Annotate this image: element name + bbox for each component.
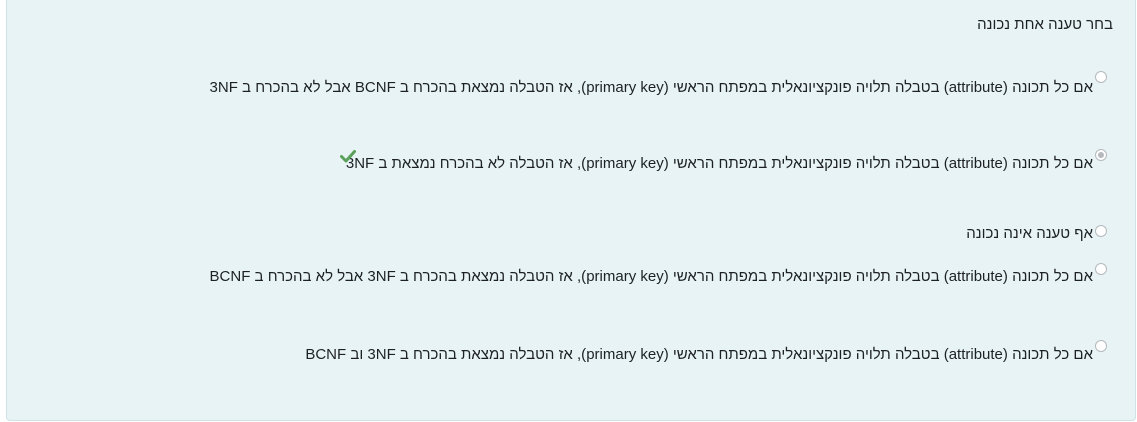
radio-button[interactable]: [1095, 225, 1107, 237]
radio-button[interactable]: [1095, 263, 1107, 275]
radio-button-selected[interactable]: [1095, 149, 1107, 161]
answer-option-label: אף טענה אינה נכונה: [966, 225, 1093, 242]
answer-option-label: אם כל תכונה (attribute) בטבלה תלויה פונק…: [209, 79, 1093, 96]
answer-option-label: אם כל תכונה (attribute) בטבלה תלויה פונק…: [209, 268, 1093, 285]
checkmark-icon: [340, 150, 356, 163]
question-panel: בחר טענה אחת נכונה אם כל תכונה (attribut…: [6, 0, 1136, 421]
answer-option-label: אם כל תכונה (attribute) בטבלה תלויה פונק…: [305, 346, 1093, 363]
answer-option-label: אם כל תכונה (attribute) בטבלה תלויה פונק…: [345, 155, 1093, 172]
question-prompt: בחר טענה אחת נכונה: [977, 16, 1113, 33]
radio-button[interactable]: [1095, 71, 1107, 83]
radio-button[interactable]: [1095, 340, 1107, 352]
